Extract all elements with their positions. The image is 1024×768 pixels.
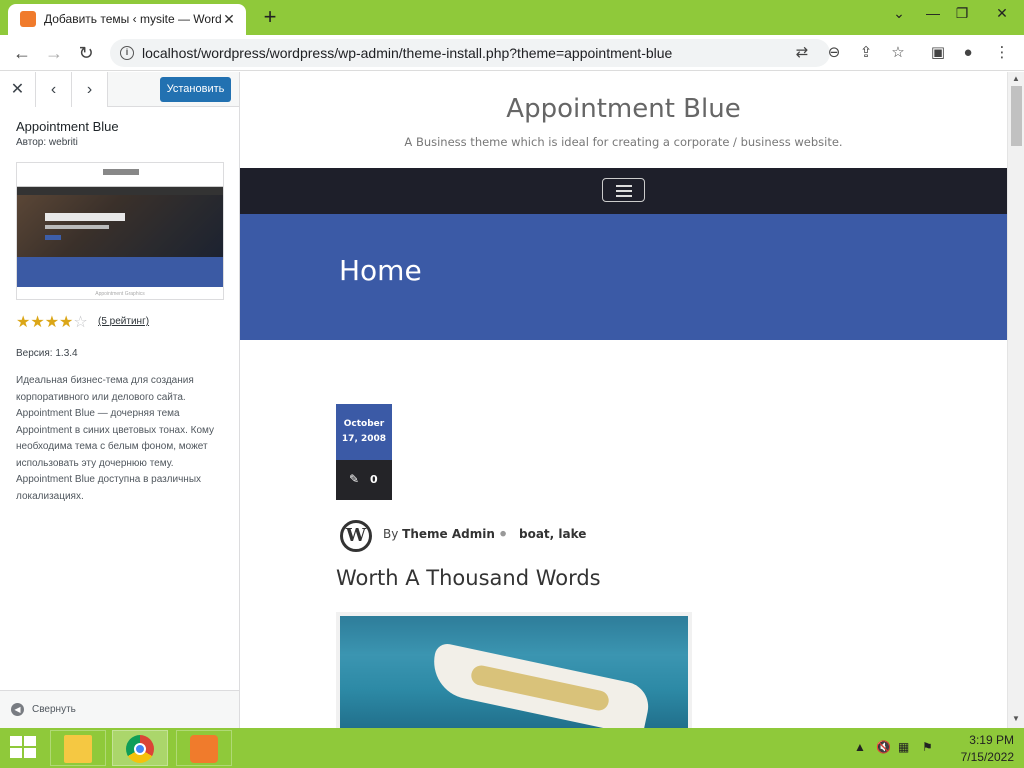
- theme-screenshot: Appointment Graphics: [16, 162, 224, 300]
- author-avatar: W: [340, 520, 372, 552]
- rating-count-link[interactable]: (5 рейтинг): [98, 316, 149, 327]
- network-icon[interactable]: ▦: [898, 740, 909, 754]
- comments-icon: ✎: [349, 472, 360, 486]
- browser-menu-icon[interactable]: ⋮: [992, 43, 1012, 63]
- post-date-badge: October 17, 2008: [336, 404, 392, 460]
- star-full-icon: ★: [59, 314, 74, 331]
- scroll-up-icon[interactable]: ▲: [1012, 74, 1020, 83]
- collapse-arrow-icon: ◀: [11, 703, 24, 716]
- preview-scrollbar[interactable]: ▲ ▼: [1007, 72, 1024, 728]
- chrome-taskbar-icon[interactable]: [112, 730, 168, 766]
- file-explorer-taskbar-icon[interactable]: [50, 730, 106, 766]
- post-featured-image[interactable]: [336, 612, 692, 728]
- profile-avatar-icon[interactable]: ●: [958, 43, 978, 63]
- volume-muted-icon[interactable]: 🔇: [876, 740, 891, 754]
- back-icon[interactable]: ←: [8, 39, 36, 67]
- comment-count: 0: [370, 473, 378, 486]
- star-full-icon: ★: [16, 314, 31, 331]
- zoom-icon[interactable]: ⊖: [824, 43, 844, 63]
- sidebar-header: ✕ ‹ › Установить: [0, 72, 239, 107]
- start-button[interactable]: [10, 736, 38, 760]
- scroll-down-icon[interactable]: ▼: [1012, 714, 1020, 723]
- translate-icon[interactable]: ⇄: [792, 43, 812, 63]
- close-icon[interactable]: ✕: [0, 72, 36, 107]
- by-label: By: [383, 527, 399, 541]
- restore-button[interactable]: ❐: [945, 0, 979, 26]
- theme-install-sidebar: ✕ ‹ › Установить Appointment Blue Автор:…: [0, 72, 240, 728]
- bookmark-star-icon[interactable]: ☆: [888, 43, 908, 63]
- browser-tab[interactable]: Добавить темы ‹ mysite — WordPress ✕: [8, 4, 246, 35]
- forward-icon[interactable]: →: [40, 39, 68, 67]
- xampp-favicon-icon: [20, 11, 36, 27]
- screenshot-header: [17, 163, 223, 187]
- tab-search-icon[interactable]: ⌄: [882, 0, 916, 26]
- theme-name: Appointment Blue: [16, 119, 119, 134]
- post-date-month: October: [343, 419, 385, 429]
- scrollbar-thumb[interactable]: [1011, 86, 1022, 146]
- star-full-icon: ★: [30, 314, 45, 331]
- site-navigation: [240, 168, 1007, 214]
- menu-toggle-icon[interactable]: [602, 178, 645, 202]
- new-tab-button[interactable]: +: [258, 5, 282, 29]
- comment-count-badge[interactable]: ✎ 0: [336, 460, 392, 500]
- clock-date[interactable]: 7/15/2022: [944, 750, 1014, 764]
- page-heading: Home: [339, 254, 422, 287]
- screenshot-hero: [17, 195, 223, 257]
- site-description: A Business theme which is ideal for crea…: [404, 135, 843, 149]
- browser-tab-bar: Добавить темы ‹ mysite — WordPress ✕ + ⌄…: [0, 0, 1024, 35]
- post-tags[interactable]: boat, lake: [519, 527, 586, 541]
- post-title[interactable]: Worth A Thousand Words: [336, 566, 601, 590]
- windows-taskbar: ▲ 🔇 ▦ ⚑ 3:19 PM 7/15/2022: [0, 728, 1024, 768]
- share-icon[interactable]: ⇪: [856, 43, 876, 63]
- browser-toolbar: ← → ↻ i localhost/wordpress/wordpress/wp…: [0, 35, 1024, 71]
- action-center-icon[interactable]: ⚑: [922, 740, 933, 754]
- xampp-taskbar-icon[interactable]: [176, 730, 232, 766]
- page-title-banner: Home: [240, 214, 1007, 340]
- tab-close-icon[interactable]: ✕: [220, 10, 238, 28]
- collapse-sidebar-button[interactable]: ◀ Свернуть: [0, 690, 239, 728]
- site-title[interactable]: Appointment Blue: [240, 94, 1007, 124]
- address-bar[interactable]: i localhost/wordpress/wordpress/wp-admin…: [110, 39, 830, 67]
- theme-preview-frame: Appointment Blue A Business theme which …: [240, 72, 1007, 728]
- theme-author: Автор: webriti: [16, 137, 78, 148]
- tab-title: Добавить темы ‹ mysite — WordPress: [44, 12, 222, 26]
- side-panel-icon[interactable]: ▣: [928, 43, 948, 63]
- collapse-label: Свернуть: [32, 704, 76, 715]
- show-hidden-icons-icon[interactable]: ▲: [854, 740, 866, 754]
- star-full-icon: ★: [44, 314, 60, 331]
- post-date-day-year: 17, 2008: [341, 434, 387, 444]
- tag-icon: ⚫: [498, 527, 509, 541]
- reload-icon[interactable]: ↻: [72, 39, 100, 67]
- url-text: localhost/wordpress/wordpress/wp-admin/t…: [142, 45, 673, 61]
- screenshot-contact-bar: [17, 257, 223, 287]
- clock-time[interactable]: 3:19 PM: [954, 733, 1014, 747]
- post-author-link[interactable]: Theme Admin: [402, 527, 495, 541]
- screenshot-caption: Appointment Graphics: [17, 287, 223, 299]
- system-tray: ▲ 🔇 ▦ ⚑ 3:19 PM 7/15/2022: [850, 728, 1024, 768]
- site-info-icon[interactable]: i: [120, 46, 134, 60]
- install-button[interactable]: Установить: [160, 77, 231, 102]
- star-empty-icon: ☆: [73, 314, 88, 331]
- theme-description: Идеальная бизнес-тема для создания корпо…: [16, 375, 214, 502]
- previous-theme-icon[interactable]: ‹: [36, 72, 72, 107]
- theme-version: Версия: 1.3.4: [16, 348, 78, 359]
- screenshot-nav: [17, 187, 223, 195]
- window-close-button[interactable]: ✕: [980, 0, 1024, 26]
- theme-rating: ★★★★☆ (5 рейтинг): [16, 314, 149, 331]
- next-theme-icon[interactable]: ›: [72, 72, 108, 107]
- post-author-meta: By Theme Admin: [383, 527, 495, 541]
